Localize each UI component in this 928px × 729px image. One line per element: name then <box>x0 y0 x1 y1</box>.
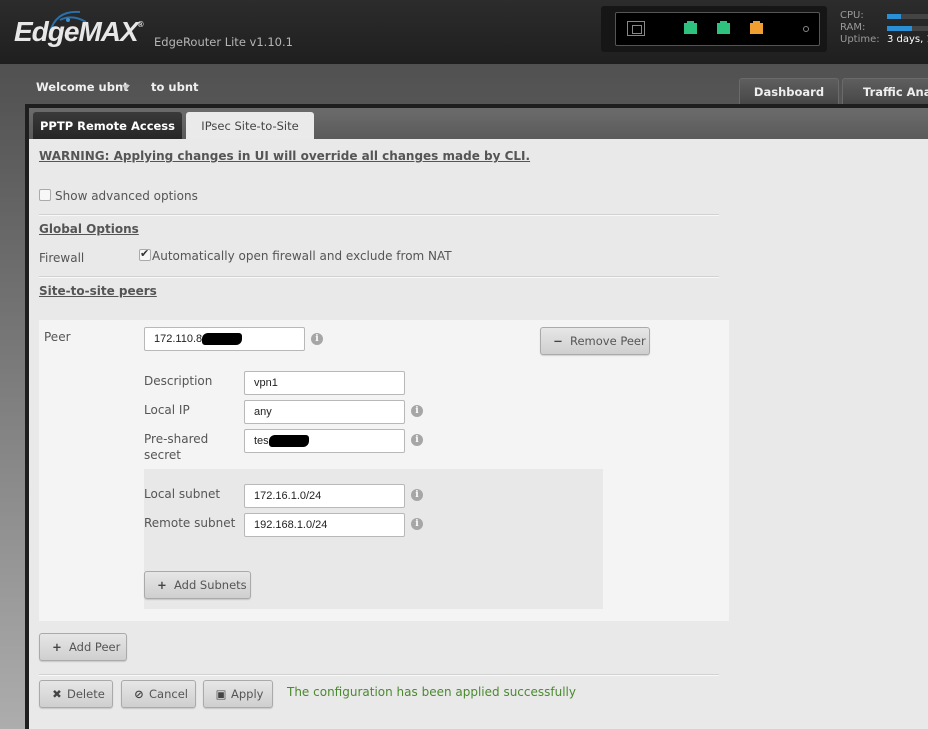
show-advanced-checkbox[interactable] <box>39 189 51 201</box>
cpu-label: CPU: <box>840 10 864 21</box>
console-port-icon <box>627 21 645 36</box>
ram-usage-bar <box>887 26 928 31</box>
psk-label: Pre-shared <box>144 432 209 446</box>
divider <box>39 214 719 216</box>
brand-name: EdgeMAX <box>14 16 139 47</box>
chevron-down-icon[interactable] <box>122 85 130 90</box>
uptime-value: 3 days, 1 <box>887 34 928 45</box>
description-label: Description <box>144 374 213 388</box>
add-subnets-label: Add Subnets <box>174 578 247 592</box>
remote-subnet-label: Remote subnet <box>144 516 236 530</box>
ethernet-port-icon-eth1[interactable] <box>717 21 730 34</box>
firewall-label: Firewall <box>39 251 85 265</box>
cancel-button[interactable]: ⊘ Cancel <box>121 680 196 708</box>
ethernet-port-icon-eth2[interactable] <box>750 21 763 34</box>
nav-tab-dashboard[interactable]: Dashboard <box>739 78 839 104</box>
info-icon[interactable]: i <box>311 333 323 345</box>
status-message: The configuration has been applied succe… <box>287 685 576 699</box>
local-subnet-label: Local subnet <box>144 487 221 501</box>
local-ip-label: Local IP <box>144 403 190 417</box>
local-subnet-input[interactable]: 172.16.1.0/24 <box>244 484 405 508</box>
plus-icon: + <box>157 578 167 592</box>
apply-label: Apply <box>231 687 264 701</box>
divider <box>39 674 719 676</box>
cpu-usage-bar <box>887 14 928 19</box>
to-user-label: to ubnt <box>151 80 199 94</box>
info-icon[interactable]: i <box>411 434 423 446</box>
remove-peer-button[interactable]: − Remove Peer <box>540 327 650 355</box>
description-input[interactable]: vpn1 <box>244 371 405 395</box>
delete-label: Delete <box>67 687 105 701</box>
psk-value: tes <box>254 435 269 447</box>
redaction-mark <box>268 435 309 448</box>
save-icon: ▣ <box>215 687 227 701</box>
site-to-site-peers-title: Site-to-site peers <box>39 284 157 298</box>
add-peer-label: Add Peer <box>69 640 121 654</box>
peer-address-input[interactable]: 172.110.8 <box>144 327 305 351</box>
uptime-label: Uptime: <box>840 34 880 45</box>
cpu-usage-fill <box>887 14 902 19</box>
remote-subnet-input[interactable]: 192.168.1.0/24 <box>244 513 405 537</box>
close-icon: ✖ <box>52 687 62 701</box>
remove-peer-label: Remove Peer <box>570 334 646 348</box>
info-icon[interactable]: i <box>411 518 423 530</box>
redaction-mark <box>202 333 243 346</box>
firewall-checkbox-label[interactable]: Automatically open firewall and exclude … <box>152 249 452 263</box>
tab-pptp-remote-access[interactable]: PPTP Remote Access <box>33 112 182 139</box>
cli-warning: WARNING: Applying changes in UI will ove… <box>39 149 531 163</box>
delete-button[interactable]: ✖ Delete <box>39 680 113 708</box>
registered-mark: ® <box>137 20 144 29</box>
ipsec-form: WARNING: Applying changes in UI will ove… <box>29 139 928 729</box>
plus-icon: + <box>52 640 62 654</box>
system-stats: CPU: RAM: Uptime: <box>840 10 880 46</box>
peer-label: Peer <box>44 330 71 344</box>
ethernet-port-icon-eth0[interactable] <box>684 21 697 34</box>
divider <box>39 276 719 278</box>
info-icon[interactable]: i <box>411 489 423 501</box>
nav-tab-traffic-analysis[interactable]: Traffic Analy <box>842 78 928 104</box>
global-options-title: Global Options <box>39 222 139 236</box>
pre-shared-secret-input[interactable]: tes <box>244 429 405 453</box>
firewall-checkbox[interactable] <box>139 247 151 261</box>
peer-address-value: 172.110.8 <box>154 333 203 345</box>
cancel-label: Cancel <box>149 687 188 701</box>
device-name: EdgeRouter Lite v1.10.1 <box>154 35 293 49</box>
add-peer-button[interactable]: + Add Peer <box>39 633 127 661</box>
psk-label-line2: secret <box>144 448 181 462</box>
show-advanced-label[interactable]: Show advanced options <box>55 189 198 203</box>
info-icon[interactable]: i <box>411 405 423 417</box>
minus-icon: − <box>553 334 563 348</box>
welcome-user-menu[interactable]: Welcome ubnt <box>36 80 129 94</box>
edgemax-logo: EdgeMAX® <box>14 16 144 48</box>
add-subnets-button[interactable]: + Add Subnets <box>144 571 251 599</box>
apply-button[interactable]: ▣ Apply <box>203 680 273 708</box>
local-ip-input[interactable]: any <box>244 400 405 424</box>
ram-usage-fill <box>887 26 912 31</box>
status-led-icon <box>803 26 809 32</box>
ban-icon: ⊘ <box>134 687 144 701</box>
tab-ipsec-site-to-site[interactable]: IPsec Site-to-Site <box>186 112 314 139</box>
ram-label: RAM: <box>840 22 866 33</box>
